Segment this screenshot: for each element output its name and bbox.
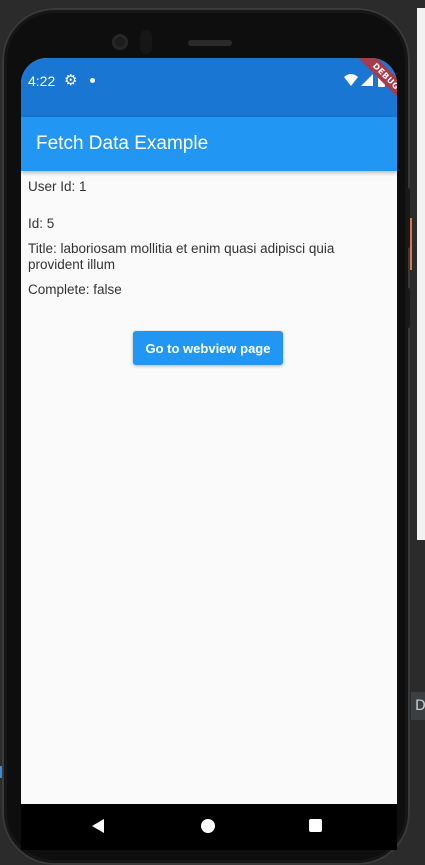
recents-square-icon[interactable] [309, 819, 322, 832]
ide-tab-label[interactable]: D [411, 692, 425, 720]
signal-icon [361, 74, 373, 86]
proximity-sensor [140, 30, 152, 54]
earpiece-speaker [188, 40, 232, 46]
id-text: Id: 5 [28, 216, 55, 231]
status-time: 4:22 [28, 73, 56, 89]
emulator-stage: D 4:22 ⚙ DEBUG Fetch Data Example User I… [0, 0, 425, 865]
go-to-webview-button[interactable]: Go to webview page [133, 331, 283, 365]
title-text: Title: laboriosam mollitia et enim quasi… [28, 241, 334, 273]
user-id-text: User Id: 1 [28, 179, 87, 194]
ide-editor-strip [417, 8, 425, 540]
title-text-line-1: Title: laboriosam mollitia et enim quasi… [28, 241, 335, 256]
page-title: Fetch Data Example [36, 133, 209, 154]
wifi-icon [344, 74, 358, 86]
app-bar: Fetch Data Example [21, 117, 397, 171]
navigation-bar [21, 804, 397, 850]
dot-icon [90, 78, 95, 83]
volume-button[interactable] [406, 188, 410, 248]
device-screen: 4:22 ⚙ DEBUG Fetch Data Example User Id:… [21, 58, 397, 841]
title-text-line-2: provident illum [28, 257, 116, 272]
home-circle-icon[interactable] [201, 819, 215, 833]
front-camera [112, 34, 128, 50]
complete-text: Complete: false [28, 282, 122, 297]
power-button[interactable] [406, 288, 410, 328]
status-bar: 4:22 ⚙ DEBUG [21, 58, 397, 117]
gear-icon: ⚙ [64, 71, 78, 89]
back-triangle-icon[interactable] [91, 819, 105, 833]
